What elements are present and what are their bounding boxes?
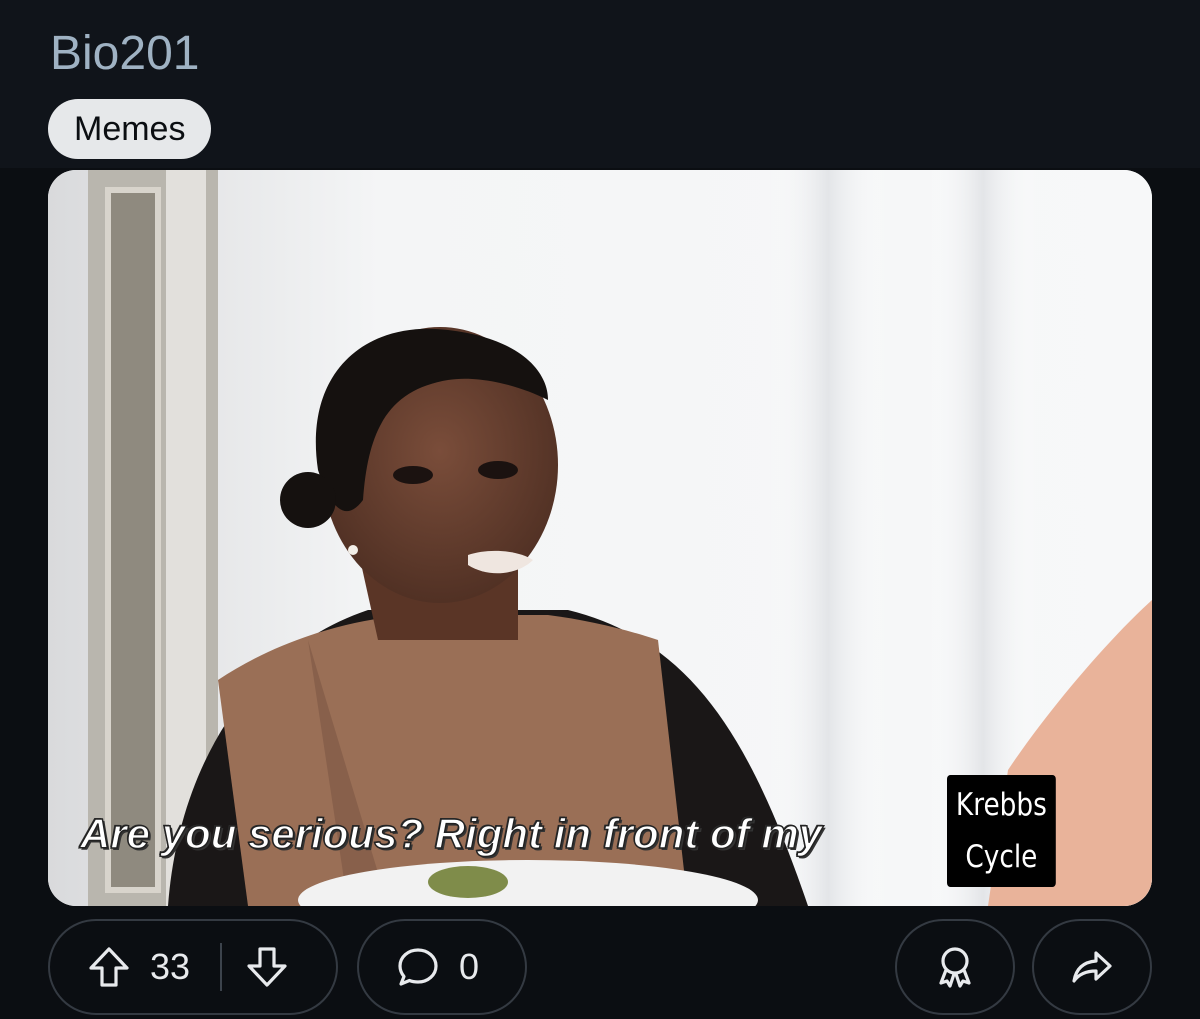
comment-button[interactable]: 0 [357,919,527,1015]
label-line-2: Cycle [965,839,1038,875]
vote-control: 33 [48,919,338,1015]
action-bar: 33 0 [0,906,1200,1019]
share-arrow-icon [1068,943,1116,991]
post-image[interactable]: Are you serious? Right in front of myd? … [48,170,1152,906]
label-line-1: Krebbs [955,787,1047,823]
upvote-count: 33 [150,946,191,987]
meme-caption: Are you serious? Right in front of myd? [79,809,1024,858]
arrow-down-icon[interactable] [244,944,290,990]
flair-badge[interactable]: Memes [48,99,212,159]
krebbs-cycle-label: Krebbs Cycle [947,775,1056,887]
post-view: Bio201 Memes Are you serious? Right in f… [0,0,1200,1019]
community-title[interactable]: Bio201 [50,24,199,84]
arrow-up-icon[interactable] [86,944,132,990]
award-button[interactable] [895,919,1015,1015]
meme-caption-text: Are you serious? Right in front of my [79,809,823,858]
vote-divider [220,943,223,991]
comment-count: 0 [459,946,480,987]
award-ribbon-icon [931,943,979,991]
post-header: Bio201 Memes [0,0,1200,168]
speech-bubble-icon [395,944,441,990]
share-button[interactable] [1032,919,1152,1015]
